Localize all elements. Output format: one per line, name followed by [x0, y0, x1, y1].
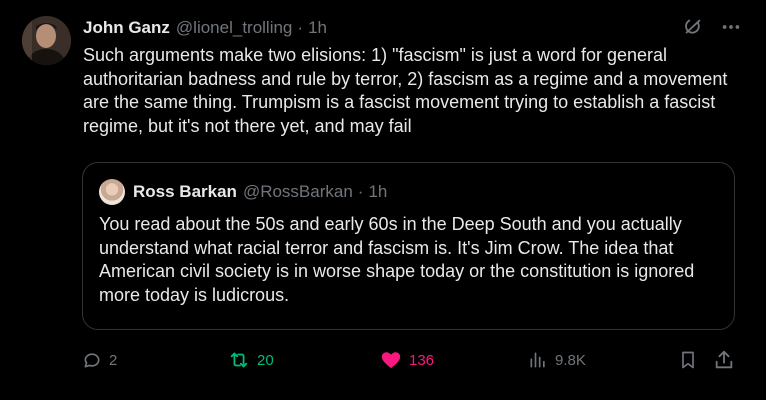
- repost-count: 20: [257, 351, 274, 369]
- like-icon: [380, 349, 402, 371]
- tweet-text: Such arguments make two elisions: 1) "fa…: [83, 45, 728, 136]
- quoted-time: 1h: [368, 182, 388, 201]
- reply-button[interactable]: 2: [82, 346, 117, 374]
- author-avatar[interactable]: [22, 16, 71, 65]
- quoted-text: You read about the 50s and early 60s in …: [99, 214, 695, 305]
- author-handle[interactable]: @lionel_trolling: [176, 18, 293, 38]
- quoted-author-name: Ross Barkan: [133, 182, 237, 201]
- tweet-top-actions: [682, 16, 742, 38]
- like-count: 136: [409, 351, 435, 369]
- tweet-header: John Ganz @lionel_trolling · 1h: [83, 16, 327, 40]
- separator-dot: ·: [297, 18, 304, 37]
- views-button[interactable]: 9.8K: [528, 346, 586, 374]
- repost-icon: [228, 349, 250, 371]
- bookmark-icon: [678, 349, 698, 371]
- bookmark-button[interactable]: [678, 346, 698, 374]
- views-count: 9.8K: [555, 351, 586, 369]
- author-name[interactable]: John Ganz: [83, 18, 170, 38]
- like-button[interactable]: 136: [380, 346, 434, 374]
- tweet-actions-bar: 2 20 136 9.8K: [0, 346, 766, 374]
- reply-icon: [82, 350, 102, 370]
- grok-icon[interactable]: [682, 16, 704, 38]
- share-button[interactable]: [713, 346, 735, 374]
- quoted-tweet[interactable]: Ross Barkan @RossBarkan · 1h You read ab…: [82, 162, 735, 330]
- reply-count: 2: [109, 351, 118, 369]
- tweet-time[interactable]: 1h: [308, 18, 327, 38]
- quoted-header: Ross Barkan @RossBarkan · 1h: [133, 180, 387, 204]
- quoted-author-avatar: [99, 179, 125, 205]
- repost-button[interactable]: 20: [228, 346, 274, 374]
- share-icon: [713, 349, 735, 371]
- tweet[interactable]: John Ganz @lionel_trolling · 1h Such arg…: [0, 0, 766, 400]
- quoted-separator-dot: ·: [357, 182, 364, 201]
- more-icon[interactable]: [720, 16, 742, 38]
- views-icon: [528, 350, 548, 370]
- quoted-author-handle: @RossBarkan: [242, 182, 353, 201]
